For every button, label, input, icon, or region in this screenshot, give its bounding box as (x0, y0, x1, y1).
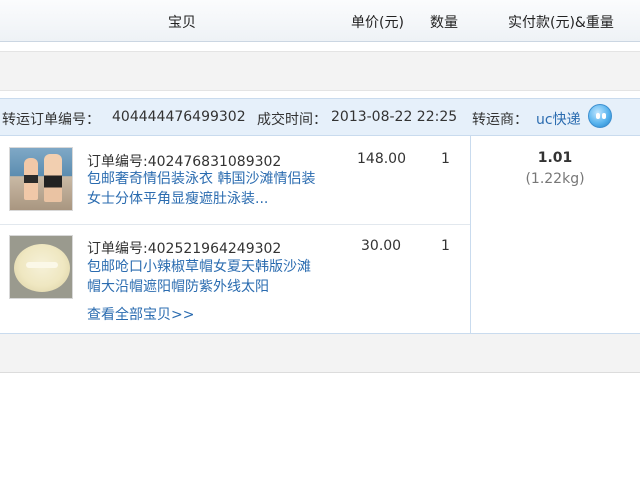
order-items: 订单编号:402476831089302 包邮奢奇情侣装泳衣 韩国沙滩情侣装女士… (0, 136, 640, 334)
row-divider (0, 224, 470, 225)
item-quantity: 1 (441, 238, 450, 254)
item-title-link[interactable]: 包邮呛口小辣椒草帽女夏天韩版沙滩帽大沿帽遮阳帽防紫外线太阳 (87, 257, 319, 297)
deal-time-label: 成交时间： (257, 112, 327, 128)
order-footer-bar (0, 334, 640, 373)
column-header-quantity: 数量 (430, 15, 458, 31)
person-figure (24, 158, 38, 200)
item-order-number: 订单编号:402476831089302 (87, 154, 282, 170)
person-figure (44, 154, 62, 202)
spacer-bar (0, 51, 640, 91)
total-weight: (1.22kg) (525, 171, 585, 187)
item-quantity: 1 (441, 151, 450, 167)
table-header: 宝贝 单价(元) 数量 实付款(元)&重量 (0, 0, 640, 42)
item-title-link[interactable]: 包邮奢奇情侣装泳衣 韩国沙滩情侣装女士分体平角显瘦遮肚泳装... (87, 169, 319, 209)
item-price: 148.00 (357, 151, 406, 167)
order-header: 转运订单编号： 404444476499302 成交时间： 2013-08-22… (0, 98, 640, 136)
column-header-unit-price: 单价(元) (351, 15, 404, 31)
view-all-items-link[interactable]: 查看全部宝贝>> (87, 304, 194, 324)
item-price: 30.00 (361, 238, 402, 254)
total-amount: 1.01 (537, 150, 573, 166)
item-order-number: 订单编号:402521964249302 (87, 241, 282, 257)
chat-bubble-icon[interactable] (588, 104, 612, 128)
column-header-total-weight: 实付款(元)&重量 (508, 15, 614, 31)
transfer-order-number: 404444476499302 (112, 109, 246, 125)
straw-hat-thumbnail[interactable] (9, 235, 73, 299)
column-header-item: 宝贝 (168, 15, 196, 31)
couple-swimwear-thumbnail[interactable] (9, 147, 73, 211)
hat-band (26, 262, 58, 268)
carrier-label: 转运商： (472, 112, 528, 128)
transfer-order-label: 转运订单编号： (2, 112, 100, 128)
carrier-link[interactable]: uc快递 (536, 109, 581, 129)
hat-shape (14, 244, 70, 292)
deal-time-value: 2013-08-22 22:25 (331, 109, 458, 125)
